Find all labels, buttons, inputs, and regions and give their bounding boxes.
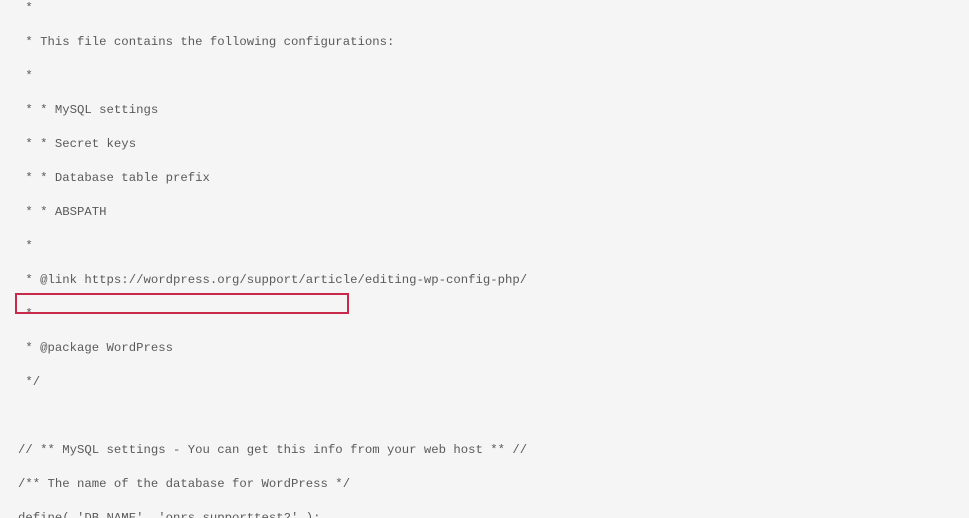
code-line: *: [18, 238, 951, 255]
code-block: * * This file contains the following con…: [0, 0, 969, 518]
code-line: *: [18, 306, 951, 323]
code-line: * @link https://wordpress.org/support/ar…: [18, 272, 951, 289]
code-line: * @package WordPress: [18, 340, 951, 357]
code-line: /** The name of the database for WordPre…: [18, 476, 951, 493]
code-line-db-name: define( 'DB_NAME', 'onrs_supporttest2' )…: [18, 510, 951, 518]
code-line: * This file contains the following confi…: [18, 34, 951, 51]
code-line: * * ABSPATH: [18, 204, 951, 221]
code-line: // ** MySQL settings - You can get this …: [18, 442, 951, 459]
code-line: * * Secret keys: [18, 136, 951, 153]
code-line: [18, 408, 951, 425]
code-line: *: [18, 68, 951, 85]
code-line: * * Database table prefix: [18, 170, 951, 187]
code-line: */: [18, 374, 951, 391]
code-line: *: [18, 0, 951, 17]
code-line: * * MySQL settings: [18, 102, 951, 119]
